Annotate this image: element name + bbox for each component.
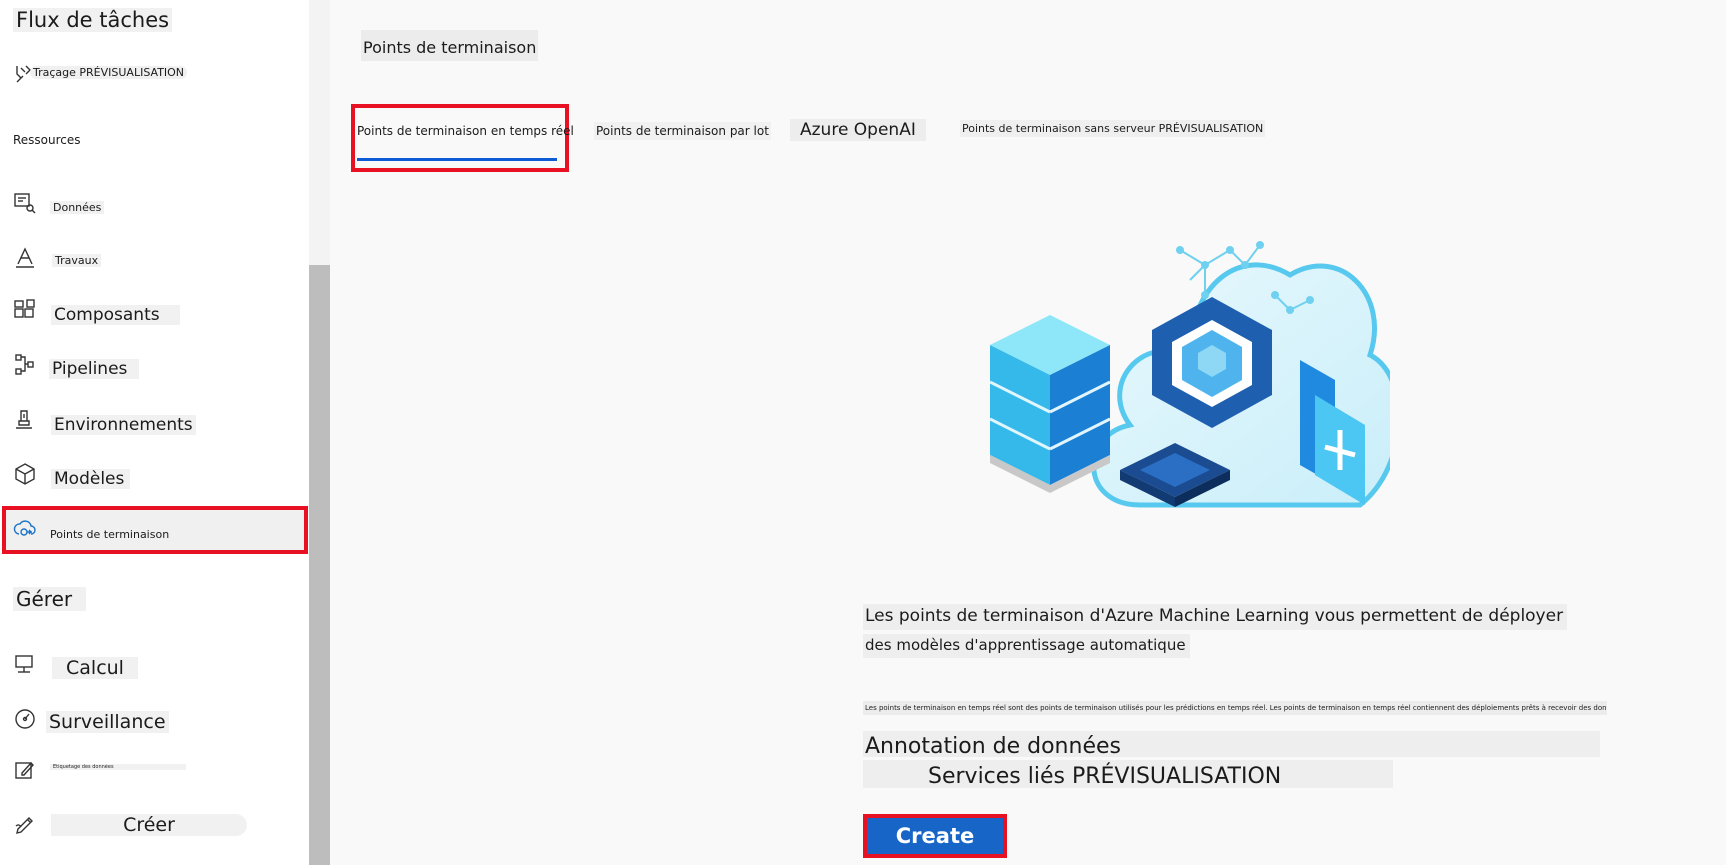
sidebar-item-label: Créer [51, 814, 247, 836]
sidebar-item-compute[interactable]: Calcul [6, 650, 306, 698]
sidebar: Flux de tâches Traçage PRÉVISUALISATION … [0, 0, 309, 865]
components-icon [12, 298, 38, 324]
page-title: Points de terminaison [361, 30, 539, 61]
sidebar-item-label: Surveillance [46, 711, 169, 733]
annotation-title[interactable]: Annotation de données [865, 734, 1121, 759]
compute-icon [12, 652, 38, 678]
sidebar-item-label: Composants [51, 305, 180, 325]
linked-services-link[interactable]: Services liés PRÉVISUALISATION [928, 764, 1281, 789]
tab-serverless-endpoints[interactable]: Points de terminaison sans serveur PRÉVI… [960, 120, 1266, 137]
sidebar-item-data[interactable]: Données [6, 184, 306, 232]
sidebar-item-label: Traçage PRÉVISUALISATION [30, 66, 188, 79]
sidebar-item-label: Modèles [51, 469, 131, 489]
monitoring-icon [12, 706, 38, 732]
sidebar-item-models[interactable]: Modèles [6, 455, 306, 503]
server-stack [990, 315, 1111, 493]
sidebar-item-monitoring[interactable]: Surveillance [6, 704, 306, 752]
sidebar-item-components[interactable]: Composants [6, 292, 306, 340]
sidebar-item-pipelines[interactable]: Pipelines [6, 346, 306, 394]
section-title-resources: Ressources [13, 133, 81, 147]
sidebar-item-environments[interactable]: Environnements [6, 401, 306, 449]
endpoints-illustration [990, 241, 1390, 508]
tab-batch-endpoints[interactable]: Points de terminaison par lot [594, 122, 771, 140]
create-button[interactable]: Create [863, 814, 1007, 858]
tab-realtime-endpoints[interactable]: Points de terminaison en temps réel [351, 104, 574, 172]
data-icon [12, 190, 38, 216]
labeling-icon [12, 758, 38, 784]
highlight-box [351, 104, 569, 172]
sidebar-item-label: Calcul [52, 657, 138, 679]
models-icon [12, 461, 38, 487]
sidebar-item-labeling[interactable]: Étiquetage des données [6, 758, 306, 806]
main-content: Points de terminaison Points de terminai… [330, 0, 1726, 865]
tab-label: Points de terminaison en temps réel [357, 124, 574, 138]
sidebar-item-label: Travaux [52, 254, 102, 267]
section-title-manage: Gérer [13, 587, 87, 611]
sidebar-item-tracing[interactable]: Traçage PRÉVISUALISATION [10, 60, 190, 88]
tracing-label: Traçage [33, 66, 76, 79]
description-line-1: Les points de terminaison d'Azure Machin… [863, 604, 1568, 630]
jobs-icon [12, 244, 38, 270]
description-line-2: des modèles d'apprentissage automatique [863, 634, 1190, 658]
section-title-workflows: Flux de tâches [13, 8, 173, 32]
sidebar-scroll-thumb[interactable] [309, 265, 330, 865]
preview-badge: PRÉVISUALISATION [79, 66, 185, 79]
endpoints-icon [12, 517, 38, 543]
sidebar-item-create[interactable]: Créer [6, 812, 306, 860]
sidebar-item-label: Étiquetage des données [50, 764, 186, 770]
sidebar-item-jobs[interactable]: Travaux [6, 238, 306, 286]
tab-selected-underline [357, 158, 557, 161]
sidebar-item-label: Pipelines [49, 359, 140, 379]
sidebar-item-label: Environnements [51, 415, 196, 435]
sidebar-item-endpoints[interactable]: Points de terminaison [2, 506, 308, 554]
create-icon [12, 812, 38, 838]
tab-azure-openai[interactable]: Azure OpenAI [790, 119, 926, 141]
pipelines-icon [12, 352, 38, 378]
fine-print: Les points de terminaison en temps réel … [863, 701, 1607, 715]
environments-icon [12, 407, 38, 433]
sidebar-item-label: Points de terminaison [50, 528, 170, 541]
sidebar-item-label: Données [50, 201, 105, 214]
